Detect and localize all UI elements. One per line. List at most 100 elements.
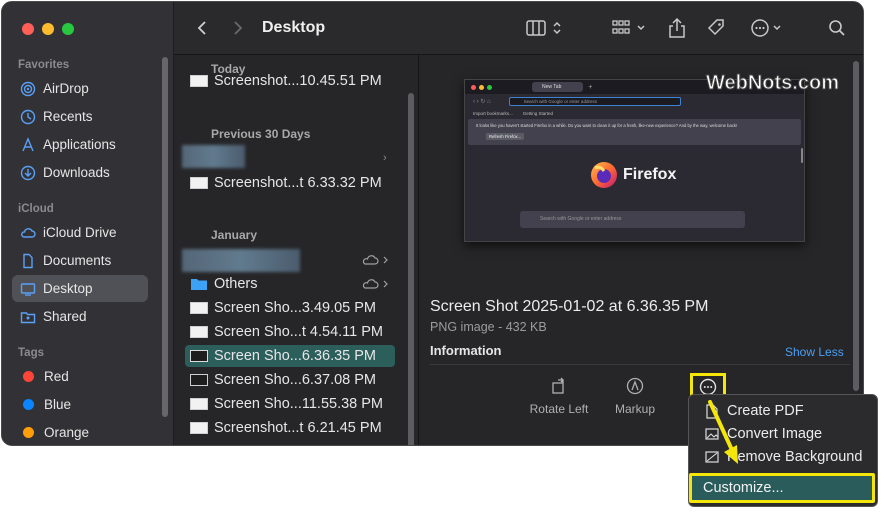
file-list: Today Screenshot...10.45.51 PM Previous … — [174, 55, 419, 445]
more-actions-button[interactable] — [750, 16, 786, 40]
file-name: Screen Sho...6.36.35 PM — [214, 348, 377, 364]
sidebar-item-shared[interactable]: Shared — [12, 303, 148, 330]
sidebar-tag-orange[interactable]: Orange — [12, 419, 148, 445]
thumb-notice-text: It looks like you haven't started Firefo… — [476, 123, 738, 128]
shared-folder-icon — [20, 309, 36, 325]
thumb-bookmarks: Import bookmarks... Getting Started — [465, 108, 804, 118]
downloads-icon — [20, 165, 36, 181]
thumb-refresh-button: Refresh Firefox... — [486, 133, 525, 140]
thumb-address: Search with Google or enter address — [508, 96, 681, 106]
list-item[interactable]: Screenshot...10.45.51 PM — [185, 73, 395, 89]
sidebar-item-label: Documents — [43, 253, 112, 268]
sidebar-item-label: Downloads — [43, 165, 110, 180]
window-title: Desktop — [262, 19, 326, 36]
applications-icon — [20, 136, 36, 153]
thumb-bookmark: Import bookmarks... — [473, 110, 513, 116]
sidebar-item-recents[interactable]: Recents — [12, 103, 148, 130]
chevron-left-icon — [197, 21, 206, 35]
forward-button[interactable] — [228, 16, 248, 40]
file-name: Screenshot...t 6.21.45 PM — [214, 420, 382, 436]
information-header: Information — [430, 343, 502, 358]
thumb-tab: New Tab — [532, 82, 584, 92]
blue-tag-dot-icon — [23, 399, 34, 410]
icloud-header: iCloud — [18, 203, 54, 215]
columns-view-icon — [526, 20, 561, 36]
clock-icon — [20, 109, 36, 125]
list-item[interactable]: Screenshot...t 6.21.45 PM — [185, 417, 395, 439]
orange-tag-dot-icon — [23, 427, 34, 438]
sidebar-tag-red[interactable]: Red — [12, 363, 148, 390]
favorites-header: Favorites — [18, 59, 70, 71]
desktop-icon — [20, 281, 36, 297]
close-window-button[interactable] — [22, 23, 34, 35]
sidebar-item-label: Desktop — [43, 281, 93, 296]
search-button[interactable] — [826, 16, 848, 40]
file-name: Screenshot...t 6.33.32 PM — [214, 175, 382, 191]
markup-label: Markup — [614, 402, 655, 416]
chevron-right-icon: › — [383, 152, 387, 164]
image-thumbnail-icon — [190, 398, 208, 410]
image-thumbnail-icon — [190, 177, 208, 189]
list-item[interactable]: Screen Sho...t 4.54.11 PM — [185, 321, 395, 343]
sidebar-item-label: Orange — [44, 425, 90, 440]
cloud-download-icon — [362, 277, 390, 296]
image-thumbnail-icon — [190, 374, 208, 386]
finder-window: Favorites AirDrop Recents Applications D… — [1, 1, 864, 446]
sidebar-item-label: Applications — [43, 137, 116, 152]
preview-scrollbar[interactable] — [853, 61, 859, 391]
group-header-previous-30-days: Previous 30 Days — [211, 127, 311, 141]
back-button[interactable] — [192, 16, 212, 40]
image-thumbnail-icon — [190, 75, 208, 87]
ellipsis-circle-icon — [751, 19, 781, 37]
group-by-button[interactable] — [611, 16, 649, 40]
sidebar-item-label: Recents — [43, 109, 93, 124]
sidebar-item-documents[interactable]: Documents — [12, 247, 148, 274]
preview-thumbnail: New Tab + ‹ › ↻ ⌂ Search with Google or … — [464, 79, 805, 242]
sidebar-item-label: Red — [44, 369, 69, 384]
rotate-left-action[interactable]: Rotate Left — [524, 375, 594, 416]
sidebar-item-icloud-drive[interactable]: iCloud Drive — [12, 219, 148, 246]
list-scrollbar[interactable] — [408, 93, 414, 445]
list-item[interactable]: Screen Sho...11.55.38 PM — [185, 393, 395, 415]
group-header-january: January — [211, 228, 258, 242]
file-name: Screen Sho...6.37.08 PM — [214, 372, 377, 388]
menu-item-customize[interactable]: Customize... — [689, 473, 875, 503]
sidebar-item-desktop[interactable]: Desktop — [12, 275, 148, 302]
file-name: Screen Sho...3.49.05 PM — [214, 300, 377, 316]
ellipsis-circle-icon — [699, 378, 717, 395]
share-button[interactable] — [666, 16, 688, 40]
sidebar-item-applications[interactable]: Applications — [12, 131, 148, 158]
sidebar-item-airdrop[interactable]: AirDrop — [12, 75, 148, 102]
tags-button[interactable] — [704, 16, 728, 40]
list-item[interactable]: Screen Sho...3.49.05 PM — [185, 297, 395, 319]
image-thumbnail-icon — [190, 326, 208, 338]
red-tag-dot-icon — [23, 371, 34, 382]
sidebar-tag-blue[interactable]: Blue — [12, 391, 148, 418]
file-name: Others — [214, 276, 258, 292]
list-item-selected[interactable]: Screen Sho...6.36.35 PM — [185, 345, 395, 367]
list-item[interactable]: Screenshot...t 6.33.32 PM — [185, 172, 395, 194]
zoom-window-button[interactable] — [62, 23, 74, 35]
sidebar-item-label: Blue — [44, 397, 72, 412]
thumb-urlbar: ‹ › ↻ ⌂ Search with Google or enter addr… — [465, 94, 804, 108]
file-name: Screen Sho...t 4.54.11 PM — [214, 324, 383, 340]
view-mode-button[interactable] — [524, 16, 566, 40]
search-icon — [829, 20, 845, 36]
sidebar-item-label: iCloud Drive — [43, 225, 117, 240]
sidebar-scrollbar[interactable] — [162, 57, 168, 417]
markup-action[interactable]: Markup — [600, 375, 670, 416]
annotation-arrow-icon — [708, 400, 738, 464]
grid-group-icon — [612, 20, 645, 34]
show-less-link[interactable]: Show Less — [785, 345, 844, 359]
minimize-window-button[interactable] — [42, 23, 54, 35]
chevron-right-icon — [234, 21, 243, 35]
folder-icon — [191, 279, 207, 290]
cloud-download-icon — [362, 253, 390, 272]
thumb-firefox-logo: Firefox — [589, 160, 676, 190]
file-title: Screen Shot 2025-01-02 at 6.36.35 PM — [430, 298, 709, 315]
sidebar-item-downloads[interactable]: Downloads — [12, 159, 148, 186]
file-name: Screenshot...10.45.51 PM — [214, 73, 382, 89]
list-item[interactable]: Screen Sho...6.37.08 PM — [185, 369, 395, 391]
thumb-bookmark: Getting Started — [522, 110, 554, 116]
sidebar: Favorites AirDrop Recents Applications D… — [2, 2, 174, 445]
